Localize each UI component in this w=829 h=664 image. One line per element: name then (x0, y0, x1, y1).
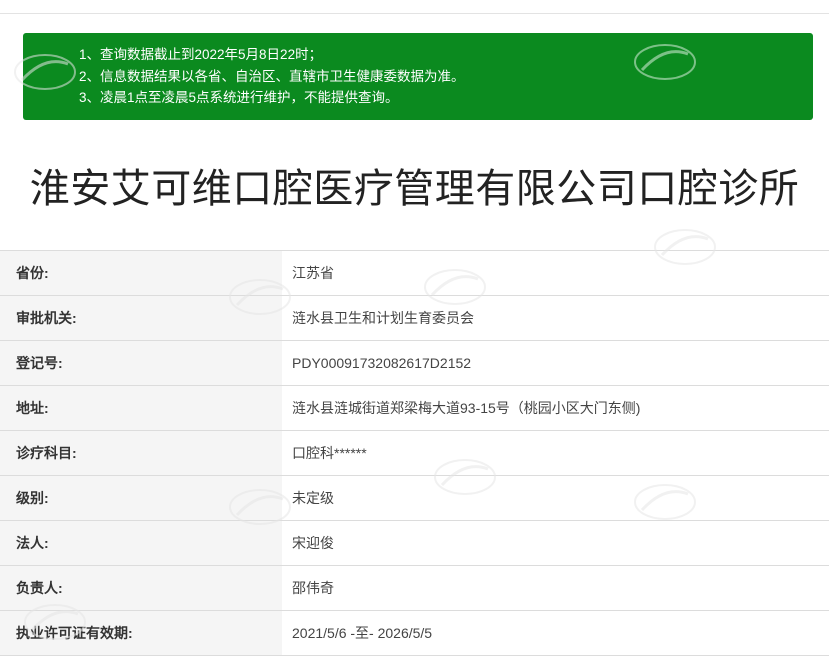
row-value-province: 江苏省 (292, 265, 334, 281)
row-label-approval-authority: 审批机关: (0, 295, 282, 341)
row-value-license-validity: 2021/5/6 -至- 2026/5/5 (292, 625, 433, 641)
table-row: 诊疗科目: 口腔科****** (0, 430, 829, 476)
notice-banner: 1、查询数据截止到2022年5月8日22时； 2、信息数据结果以各省、自治区、直… (23, 33, 813, 120)
table-row: 法人: 宋迎俊 (0, 520, 829, 566)
row-label-legal-person: 法人: (0, 520, 282, 566)
row-value-registration-no: PDY00091732082617D2152 (292, 355, 472, 371)
row-label-address: 地址: (0, 385, 282, 431)
clinic-name-title: 淮安艾可维口腔医疗管理有限公司口腔诊所 (29, 166, 800, 212)
top-divider (0, 13, 829, 14)
table-row: 级别: 未定级 (0, 475, 829, 521)
table-row: 地址: 涟水县涟城街道郑梁梅大道93-15号（桃园小区大门东侧) (0, 385, 829, 431)
table-row: 审批机关: 涟水县卫生和计划生育委员会 (0, 295, 829, 341)
row-label-registration-no: 登记号: (0, 340, 282, 386)
row-label-level: 级别: (0, 475, 282, 521)
row-value-address: 涟水县涟城街道郑梁梅大道93-15号（桃园小区大门东侧) (292, 400, 641, 416)
row-value-departments: 口腔科****** (292, 445, 367, 461)
notice-line: 1、查询数据截止到2022年5月8日22时； (79, 47, 323, 62)
table-row: 登记号: PDY00091732082617D2152 (0, 340, 829, 386)
row-label-license-validity: 执业许可证有效期: (0, 610, 282, 656)
row-value-approval-authority: 涟水县卫生和计划生育委员会 (292, 310, 474, 326)
clinic-info-table: 省份: 江苏省 审批机关: 涟水县卫生和计划生育委员会 登记号: PDY0009… (0, 250, 829, 656)
row-label-province: 省份: (0, 250, 282, 296)
table-row: 执业许可证有效期: 2021/5/6 -至- 2026/5/5 (0, 610, 829, 656)
row-label-person-in-charge: 负责人: (0, 565, 282, 611)
row-label-departments: 诊疗科目: (0, 430, 282, 476)
row-value-person-in-charge: 邵伟奇 (292, 580, 334, 596)
table-row: 负责人: 邵伟奇 (0, 565, 829, 611)
notice-line: 2、信息数据结果以各省、自治区、直辖市卫生健康委数据为准。 (79, 68, 465, 84)
row-value-legal-person: 宋迎俊 (292, 535, 334, 551)
row-value-level: 未定级 (292, 490, 334, 506)
table-row: 省份: 江苏省 (0, 250, 829, 296)
notice-line: 3、凌晨1点至凌晨5点系统进行维护，不能提供查询。 (79, 90, 399, 105)
